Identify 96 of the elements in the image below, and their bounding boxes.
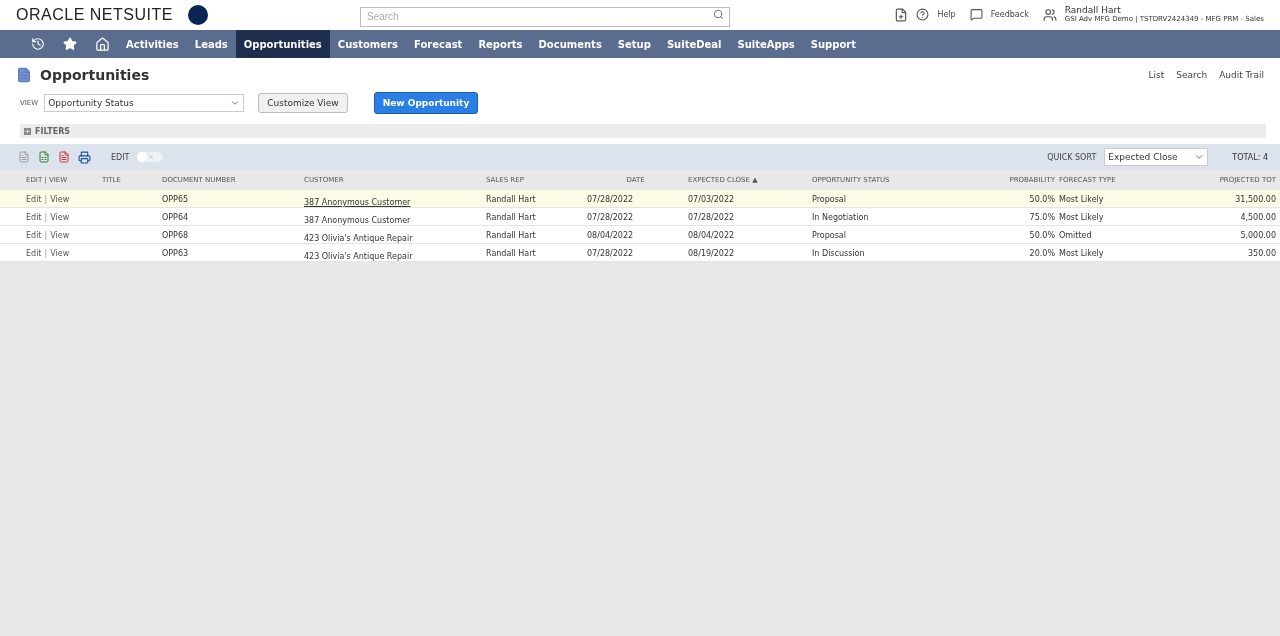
user-name: Randall Hart [1064, 6, 1122, 16]
print-icon[interactable] [78, 150, 91, 164]
table-cell-text: 75.0% [1028, 213, 1056, 222]
expand-icon[interactable] [24, 127, 31, 135]
table-cell-text: Proposal [812, 231, 847, 240]
filters-bar[interactable]: FILTERS [20, 124, 1266, 138]
nav-tab[interactable]: Leads [186, 30, 236, 58]
nav-tab[interactable]: SuiteDeal [658, 30, 730, 58]
view-link[interactable]: View [50, 195, 70, 204]
link-separator: | [44, 195, 48, 204]
table-cell-text: 07/28/2022 [587, 195, 635, 204]
new-opportunity-button[interactable]: New Opportunity [373, 92, 479, 114]
view-link[interactable]: View [50, 213, 70, 222]
caret-icon[interactable] [1194, 152, 1205, 162]
customer-link[interactable]: 423 Olivia's Antique Repair [304, 252, 413, 261]
nav-tab[interactable]: Setup [609, 30, 659, 58]
home-icon[interactable] [94, 36, 110, 52]
table-cell-text: OPP65 [162, 195, 190, 204]
feedback-icon[interactable] [969, 8, 983, 22]
table-cell-text: Omitted [1059, 231, 1093, 240]
edit-link[interactable]: Edit [26, 195, 42, 204]
help-icon[interactable] [916, 8, 930, 22]
nav-tab[interactable]: Activities [118, 30, 187, 58]
table-cell-text: Most Likely [1059, 249, 1105, 258]
nav-tab[interactable]: Opportunities [235, 30, 330, 58]
table-cell-text: 07/28/2022 [587, 249, 635, 258]
table-cell-text: 50.0% [1028, 195, 1056, 204]
edit-label: EDIT [111, 152, 130, 162]
filters-label[interactable]: FILTERS [35, 126, 71, 136]
view-select[interactable]: Opportunity Status [44, 94, 245, 112]
nav-tab[interactable]: Reports [470, 30, 531, 58]
page-title: Opportunities [40, 67, 150, 83]
quick-sort-label: QUICK SORT [1047, 152, 1097, 162]
customize-view-button[interactable]: Customize View [258, 93, 348, 113]
table-cell-text: 07/28/2022 [688, 213, 736, 222]
feedback-link[interactable]: Feedback [990, 10, 1029, 20]
link-separator: | [44, 213, 48, 222]
nav-tab[interactable]: Documents [530, 30, 610, 58]
view-link[interactable]: View [50, 249, 70, 258]
table-cell-text: Randall Hart [486, 231, 537, 240]
pdf-icon[interactable] [58, 151, 70, 163]
quick-sort-select[interactable]: Expected Close [1104, 148, 1209, 166]
table-cell-text: 31,500.00 [1234, 195, 1277, 204]
edit-link[interactable]: Edit [26, 231, 42, 240]
edit-toggle[interactable] [137, 152, 164, 162]
table-cell-text: 08/04/2022 [587, 231, 635, 240]
header-link[interactable]: Audit Trail [1219, 70, 1264, 80]
table-cell-text: OPP63 [162, 249, 190, 258]
nav-tab[interactable]: Support [802, 30, 865, 58]
view-link[interactable]: View [50, 231, 70, 240]
table-cell-text: In Discussion [812, 249, 866, 258]
users-icon[interactable] [1042, 8, 1057, 22]
total-count: TOTAL: 4 [1232, 152, 1268, 162]
table-cell-text: 50.0% [1028, 231, 1056, 240]
edit-link[interactable]: Edit [26, 213, 42, 222]
table-cell-text: Most Likely [1059, 195, 1105, 204]
edit-link[interactable]: Edit [26, 249, 42, 258]
new-record-icon[interactable] [894, 8, 909, 22]
table-cell-text: Proposal [812, 195, 847, 204]
header-link[interactable]: List [1148, 70, 1165, 80]
header-link[interactable]: Search [1176, 70, 1208, 80]
table-cell-text: Most Likely [1059, 213, 1105, 222]
table-cell-text: 4,500.00 [1239, 213, 1277, 222]
nav-tab[interactable]: SuiteApps [729, 30, 803, 58]
document-icon [16, 67, 32, 83]
star-icon[interactable] [63, 37, 77, 51]
table-cell-text: 350.00 [1247, 249, 1277, 258]
table-row[interactable]: Edit | View OPP65 387 Anonymous Customer Randall Hart 07/28/2022 07/03/2022 Proposal 50.0% Most Likely 31,500.00 [0, 190, 1280, 208]
search-field[interactable]: Search [360, 6, 730, 27]
table-cell-text: 08/19/2022 [688, 249, 736, 258]
table-cell-text: 07/28/2022 [587, 213, 635, 222]
search-icon[interactable] [713, 9, 724, 20]
table-cell-text: 07/03/2022 [688, 195, 736, 204]
table-cell-text: 5,000.00 [1239, 231, 1277, 240]
nav-tab[interactable]: Forecast [405, 30, 471, 58]
caret-icon[interactable] [230, 98, 241, 108]
close-icon [147, 153, 156, 161]
table-cell-text: Randall Hart [486, 249, 537, 258]
link-separator: | [44, 231, 48, 240]
table-cell-text: OPP68 [162, 231, 190, 240]
table-cell-text: Randall Hart [486, 213, 537, 222]
company-logo [188, 5, 208, 25]
customer-link[interactable]: 387 Anonymous Customer [304, 198, 411, 207]
help-link[interactable]: Help [937, 10, 956, 20]
table-cell-text: OPP64 [162, 213, 190, 222]
brand-logo[interactable]: ORACLE NETSUITE [16, 6, 176, 24]
table-cell-text: 08/04/2022 [688, 231, 736, 240]
link-separator: | [44, 249, 48, 258]
history-icon[interactable] [31, 37, 45, 51]
customer-link[interactable]: 423 Olivia's Antique Repair [304, 234, 413, 243]
table-cell-text: Randall Hart [486, 195, 537, 204]
customer-link[interactable]: 387 Anonymous Customer [304, 216, 411, 225]
table-cell-text: In Negotiation [812, 213, 870, 222]
spreadsheet-icon[interactable] [38, 151, 50, 163]
nav-tab[interactable]: Customers [329, 30, 406, 58]
table-cell-text: 20.0% [1028, 249, 1056, 258]
